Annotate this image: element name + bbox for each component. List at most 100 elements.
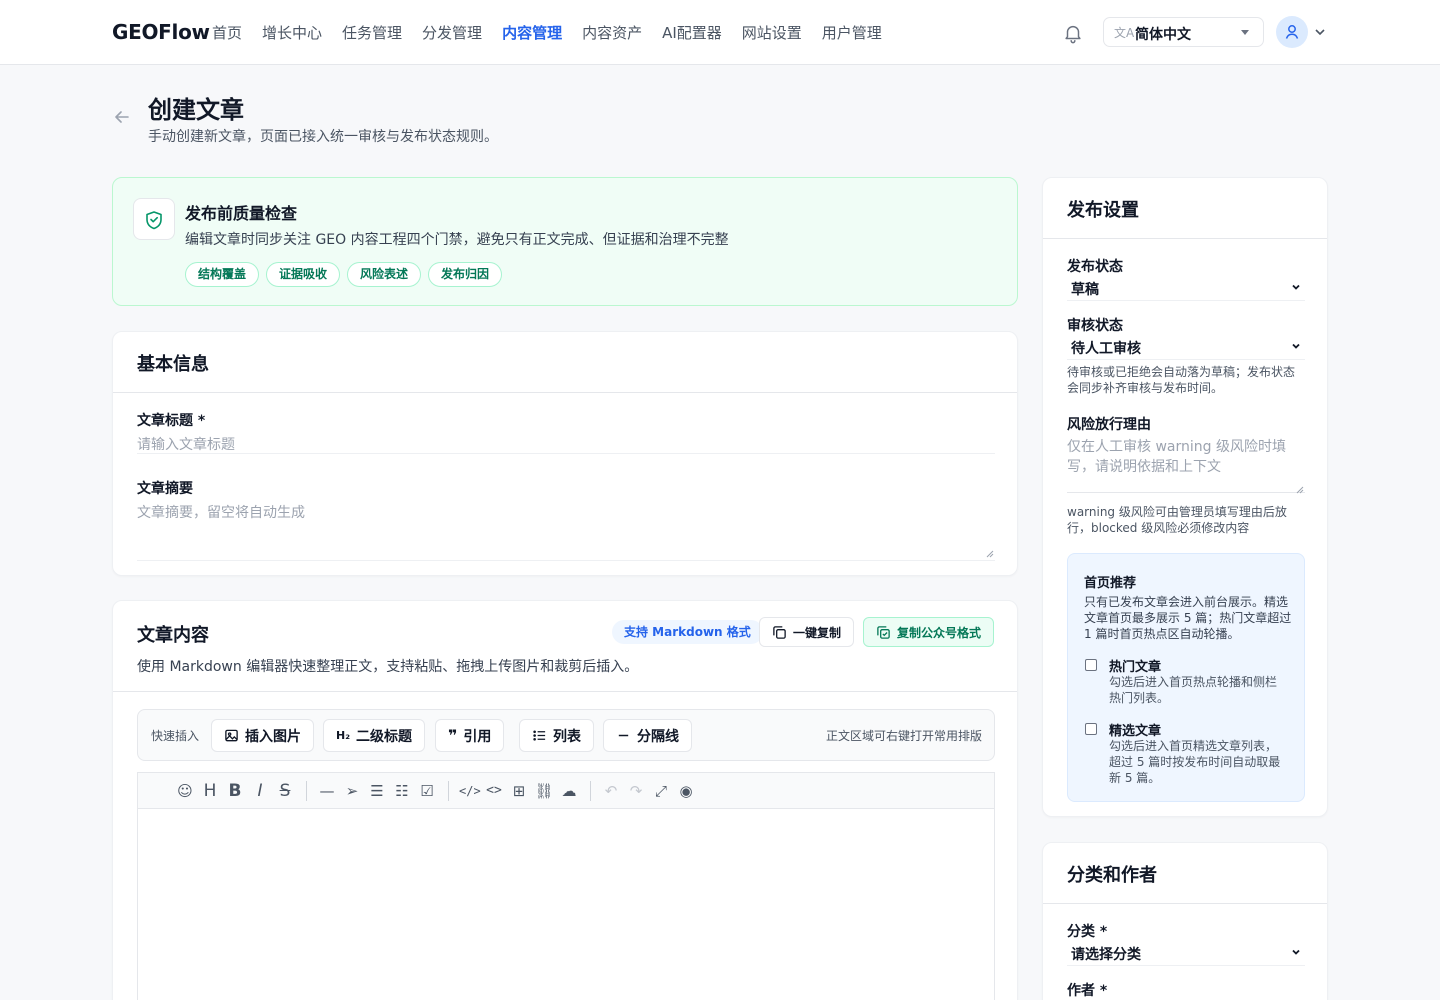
resize-grip-icon[interactable] bbox=[986, 550, 994, 558]
code-block-icon[interactable]: </> bbox=[459, 781, 481, 801]
translate-icon: 文A bbox=[1114, 26, 1135, 40]
chevron-down-icon[interactable] bbox=[1313, 25, 1327, 39]
quality-check-panel: 发布前质量检查 编辑文章时同步关注 GEO 内容工程四个门禁，避免只有正文完成、… bbox=[112, 177, 1018, 306]
bell-icon[interactable] bbox=[1062, 22, 1084, 44]
undo-icon[interactable]: ↶ bbox=[601, 781, 621, 801]
hot-article-label: 热门文章 bbox=[1109, 660, 1162, 675]
featured-article-checkbox[interactable] bbox=[1085, 723, 1097, 735]
divider bbox=[137, 560, 995, 561]
top-navbar: GEOFlow 首页 增长中心 任务管理 分发管理 内容管理 内容资产 AI配置… bbox=[0, 0, 1440, 65]
insert-image-button[interactable]: 插入图片 bbox=[211, 719, 314, 752]
quick-insert-label: 快速插入 bbox=[151, 729, 200, 743]
insert-image-label: 插入图片 bbox=[245, 728, 301, 745]
nav-item-home[interactable]: 首页 bbox=[212, 22, 242, 43]
language-select[interactable]: 文A 简体中文 bbox=[1103, 17, 1264, 47]
quick-insert-bar: 快速插入 插入图片 H₂ 二级标题 ❞ 引用 列表 分隔线 正文区域可右键打开常… bbox=[137, 709, 995, 761]
quality-tag: 风险表述 bbox=[347, 262, 422, 287]
category-value: 请选择分类 bbox=[1071, 947, 1141, 963]
checklist-icon[interactable]: ☑ bbox=[417, 781, 437, 801]
brand-logo[interactable]: GEOFlow bbox=[112, 20, 210, 44]
featured-article-label: 精选文章 bbox=[1109, 724, 1162, 739]
hot-article-desc: 勾选后进入首页热点轮播和侧栏热门列表。 bbox=[1109, 675, 1278, 705]
copy-button[interactable]: 一键复制 bbox=[759, 617, 855, 647]
risk-reason-textarea[interactable]: 仅在人工审核 warning 级风险时填写，请说明依据和上下文 bbox=[1067, 437, 1305, 493]
summary-label: 文章摘要 bbox=[137, 481, 193, 497]
markdown-badge: 支持 Markdown 格式 bbox=[612, 620, 763, 644]
quality-title: 发布前质量检查 bbox=[185, 204, 298, 223]
nav-item-site-settings[interactable]: 网站设置 bbox=[742, 22, 802, 43]
list-label: 列表 bbox=[553, 728, 581, 745]
quick-insert-hint: 正文区域可右键打开常用排版 bbox=[825, 729, 982, 743]
toolbar-separator bbox=[306, 781, 307, 801]
horizontal-rule-icon[interactable]: — bbox=[317, 781, 337, 801]
publish-status-value: 草稿 bbox=[1071, 282, 1099, 298]
article-content-card: 文章内容 支持 Markdown 格式 一键复制 复制公众号格式 使用 Mark… bbox=[112, 600, 1018, 1000]
divider bbox=[113, 392, 1017, 393]
quality-tag: 发布归因 bbox=[428, 262, 503, 287]
hot-article-checkbox[interactable] bbox=[1085, 659, 1097, 671]
copy-check-icon bbox=[877, 625, 890, 639]
heading2-button[interactable]: H₂ 二级标题 bbox=[323, 719, 426, 752]
basic-info-title: 基本信息 bbox=[137, 354, 209, 375]
caret-down-icon bbox=[1241, 30, 1249, 35]
image-icon bbox=[225, 729, 238, 742]
redo-icon[interactable]: ↷ bbox=[626, 781, 646, 801]
nav-item-ai-config[interactable]: AI配置器 bbox=[662, 22, 722, 43]
featured-title: 首页推荐 bbox=[1084, 576, 1137, 591]
emoji-icon[interactable]: ☺ bbox=[175, 781, 195, 801]
unordered-list-icon[interactable]: ☰ bbox=[367, 781, 387, 801]
risk-reason-label: 风险放行理由 bbox=[1067, 417, 1151, 433]
publish-settings-card: 发布设置 发布状态 草稿 审核状态 待人工审核 待审核或已拒绝会自动落为草稿；发… bbox=[1042, 177, 1328, 817]
review-status-value: 待人工审核 bbox=[1071, 341, 1141, 357]
article-title-input[interactable]: 请输入文章标题 bbox=[137, 434, 995, 454]
fullscreen-icon[interactable]: ⤢ bbox=[651, 781, 671, 801]
strikethrough-icon[interactable]: S bbox=[275, 781, 295, 801]
resize-grip-icon[interactable] bbox=[1296, 486, 1304, 494]
copy-label: 一键复制 bbox=[793, 625, 842, 640]
preview-eye-icon[interactable]: ◉ bbox=[676, 781, 696, 801]
markdown-editor[interactable]: ☺ H B I S — ➢ ☰ ☷ ☑ </> <> ⊞ ⛓ ☁ ↶ ↷ ⤢ ◉ bbox=[137, 772, 995, 1000]
nav-item-tasks[interactable]: 任务管理 bbox=[342, 22, 402, 43]
nav-item-content[interactable]: 内容管理 bbox=[502, 22, 562, 43]
copy-wechat-button[interactable]: 复制公众号格式 bbox=[863, 617, 995, 647]
chevron-down-icon bbox=[1292, 949, 1300, 955]
language-value: 简体中文 bbox=[1135, 27, 1191, 43]
upload-icon[interactable]: ☁ bbox=[559, 781, 579, 801]
article-title-label: 文章标题 * bbox=[137, 413, 206, 429]
quote-icon[interactable]: ➢ bbox=[342, 781, 362, 801]
page-title: 创建文章 bbox=[148, 96, 244, 124]
nav-item-growth[interactable]: 增长中心 bbox=[262, 22, 322, 43]
avatar[interactable] bbox=[1276, 16, 1308, 48]
publish-status-label: 发布状态 bbox=[1067, 259, 1123, 275]
list-icon bbox=[533, 730, 546, 741]
italic-icon[interactable]: I bbox=[250, 781, 270, 801]
nav-item-users[interactable]: 用户管理 bbox=[822, 22, 882, 43]
content-desc: 使用 Markdown 编辑器快速整理正文，支持粘贴、拖拽上传图片和裁剪后插入。 bbox=[137, 659, 639, 675]
h2-icon: H₂ bbox=[336, 729, 351, 742]
quality-tags: 结构覆盖 证据吸收 风险表述 发布归因 bbox=[185, 262, 503, 287]
review-status-label: 审核状态 bbox=[1067, 318, 1123, 334]
toolbar-separator bbox=[590, 781, 591, 801]
nav-item-distribution[interactable]: 分发管理 bbox=[422, 22, 482, 43]
quote-button[interactable]: ❞ 引用 bbox=[435, 719, 505, 752]
heading-icon[interactable]: H bbox=[200, 781, 220, 801]
category-select[interactable]: 请选择分类 bbox=[1067, 942, 1305, 966]
quality-tag: 证据吸收 bbox=[266, 262, 341, 287]
bold-icon[interactable]: B bbox=[225, 781, 245, 801]
ordered-list-icon[interactable]: ☷ bbox=[392, 781, 412, 801]
risk-reason-help: warning 级风险可由管理员填写理由后放行，blocked 级风险必须修改内… bbox=[1067, 505, 1287, 535]
category-label: 分类 * bbox=[1067, 924, 1108, 940]
inline-code-icon[interactable]: <> bbox=[484, 781, 504, 801]
heading2-label: 二级标题 bbox=[356, 728, 413, 745]
summary-textarea[interactable]: 文章摘要，留空将自动生成 bbox=[137, 502, 995, 522]
review-status-select[interactable]: 待人工审核 bbox=[1067, 336, 1305, 360]
table-icon[interactable]: ⊞ bbox=[509, 781, 529, 801]
back-arrow-icon[interactable] bbox=[112, 107, 132, 127]
divider-label: 分隔线 bbox=[637, 728, 679, 745]
divider-button[interactable]: 分隔线 bbox=[603, 719, 692, 752]
publish-status-select[interactable]: 草稿 bbox=[1067, 277, 1305, 301]
nav-item-assets[interactable]: 内容资产 bbox=[582, 22, 642, 43]
link-icon[interactable]: ⛓ bbox=[534, 781, 554, 801]
list-button[interactable]: 列表 bbox=[519, 719, 594, 752]
divider bbox=[113, 691, 1017, 692]
